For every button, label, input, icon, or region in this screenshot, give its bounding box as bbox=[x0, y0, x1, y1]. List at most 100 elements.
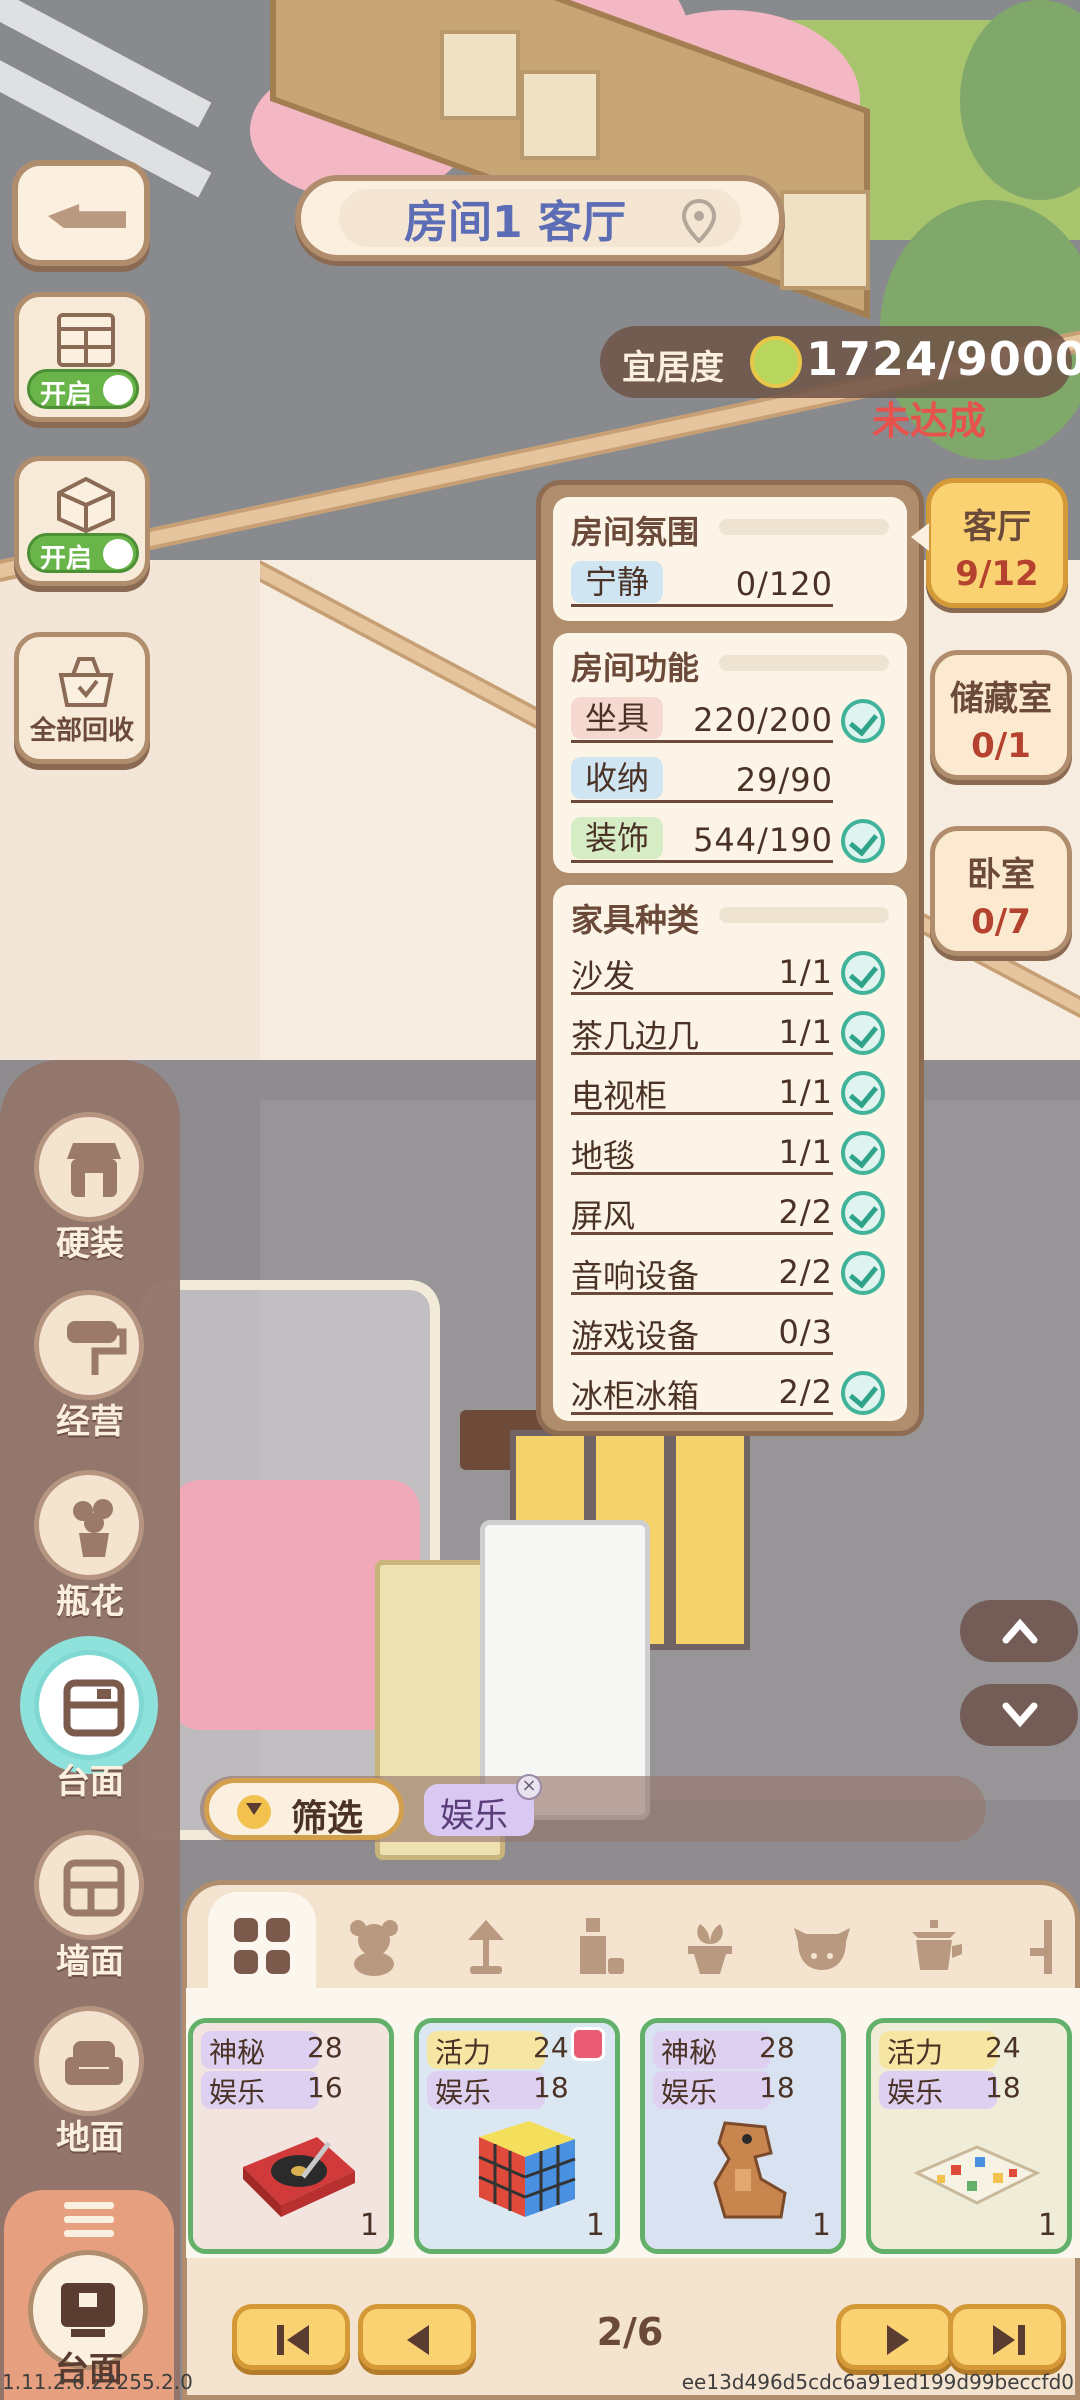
chevron-up-icon bbox=[1002, 1618, 1038, 1644]
scroll-up-button[interactable] bbox=[960, 1600, 1078, 1662]
atmosphere-section: 房间氛围 宁静 0/120 bbox=[553, 497, 907, 621]
requirement-value: 544/190 bbox=[693, 821, 833, 859]
fence-post bbox=[440, 30, 520, 120]
card-attr-2: 娱乐 18 bbox=[879, 2071, 1021, 2109]
subtab-toys[interactable] bbox=[320, 1892, 428, 1992]
flower-icon bbox=[750, 336, 802, 388]
requirement-row: 收纳 29/90 bbox=[571, 755, 885, 805]
white-fridge[interactable] bbox=[480, 1520, 650, 1820]
check-icon bbox=[841, 1071, 885, 1115]
category-business[interactable]: 经营 bbox=[30, 1290, 150, 1450]
window-view-toggle[interactable]: 开启 bbox=[14, 292, 150, 422]
teapot-icon bbox=[912, 1920, 962, 1970]
cow-mask-icon bbox=[794, 1928, 850, 1970]
requirement-tag: 宁静 bbox=[571, 561, 664, 603]
requirement-row: 游戏设备 0/3 bbox=[571, 1307, 885, 1357]
category-floor[interactable]: 地面 bbox=[30, 2006, 150, 2166]
category-countertop[interactable]: 台面 bbox=[30, 1650, 150, 1810]
category-label: 地面 bbox=[56, 2118, 124, 2158]
category-vase[interactable]: 瓶花 bbox=[30, 1470, 150, 1630]
requirement-value: 1/1 bbox=[778, 1013, 833, 1051]
countertop-icon bbox=[63, 1679, 125, 1737]
page-indicator: 2/6 bbox=[596, 2310, 664, 2354]
subtab-teapots[interactable] bbox=[880, 1892, 988, 1992]
record-player-icon bbox=[243, 2137, 355, 2217]
subtab-lamps[interactable] bbox=[432, 1892, 540, 1992]
room-tab-living-room[interactable]: 客厅 9/12 bbox=[911, 478, 1068, 608]
filter-tag[interactable]: 娱乐 × bbox=[424, 1774, 542, 1836]
comfort-value: 1724/9000 bbox=[806, 332, 1080, 386]
check-icon bbox=[841, 1191, 885, 1235]
room-title-pill[interactable]: 房间1 客厅 bbox=[295, 175, 785, 261]
check-icon bbox=[841, 1371, 885, 1415]
subtab-plants[interactable] bbox=[656, 1892, 764, 1992]
function-section: 房间功能 坐具 220/200 收纳 29/90 装饰 544/190 bbox=[553, 633, 907, 873]
card-quantity: 1 bbox=[1037, 2208, 1057, 2243]
filter-tag-label: 娱乐 bbox=[440, 1796, 508, 1836]
subtab-all[interactable] bbox=[208, 1892, 316, 1992]
close-icon[interactable]: × bbox=[516, 1774, 542, 1800]
card-attr-1: 神秘 28 bbox=[201, 2031, 343, 2069]
subtab-chairs[interactable] bbox=[992, 1892, 1072, 1992]
chevron-down-icon bbox=[1002, 1702, 1038, 1728]
room-tab-count: 0/1 bbox=[971, 726, 1031, 766]
dinosaur-robot-icon bbox=[713, 2121, 787, 2219]
category-expand-button[interactable]: 台面 bbox=[4, 2190, 174, 2400]
check-icon bbox=[841, 699, 885, 743]
wall-shelf-icon bbox=[63, 1859, 125, 1917]
requirement-row: 电视柜 1/1 bbox=[571, 1067, 885, 1117]
check-icon bbox=[841, 1011, 885, 1055]
version-label: 1.11.2.6.22255.2.0 bbox=[2, 2370, 193, 2394]
subtab-bottles[interactable] bbox=[544, 1892, 652, 1992]
room-tab-storage[interactable]: 储藏室 0/1 bbox=[930, 650, 1072, 780]
filter-icon bbox=[237, 1795, 271, 1829]
scroll-down-button[interactable] bbox=[960, 1684, 1078, 1746]
toggle-label: 开启 bbox=[40, 544, 93, 574]
cube-icon bbox=[57, 476, 115, 533]
requirement-row: 沙发 1/1 bbox=[571, 947, 885, 997]
requirement-value: 1/1 bbox=[778, 953, 833, 991]
section-title: 房间功能 bbox=[571, 649, 700, 687]
requirement-row: 地毯 1/1 bbox=[571, 1127, 885, 1177]
card-attr-1: 活力 24 bbox=[879, 2031, 1021, 2069]
requirement-name: 沙发 bbox=[571, 957, 636, 995]
fence-post bbox=[520, 70, 600, 160]
subtab-masks[interactable] bbox=[768, 1892, 876, 1992]
menu-icon bbox=[64, 2202, 114, 2237]
category-hardware[interactable]: 硬装 bbox=[30, 1112, 150, 1272]
requirement-row: 屏风 2/2 bbox=[571, 1187, 885, 1237]
room-tab-name: 卧室 bbox=[967, 855, 1035, 895]
requirement-value: 2/2 bbox=[778, 1193, 833, 1231]
comfort-meter[interactable]: 宜居度 1724/9000 bbox=[600, 326, 1080, 398]
requirement-name: 屏风 bbox=[571, 1197, 636, 1235]
teddy-bear-icon bbox=[350, 1920, 398, 1976]
box-view-toggle[interactable]: 开启 bbox=[14, 456, 150, 586]
grid-icon bbox=[234, 1918, 290, 1974]
room-tab-bedroom[interactable]: 卧室 0/7 bbox=[930, 826, 1072, 956]
folding-screen[interactable] bbox=[670, 1430, 750, 1650]
prev-page-button[interactable] bbox=[358, 2304, 476, 2370]
item-card[interactable]: 神秘 28 娱乐 16 1 bbox=[188, 2018, 394, 2254]
category-wall[interactable]: 墙面 bbox=[30, 1830, 150, 1990]
next-page-button[interactable] bbox=[836, 2304, 954, 2370]
card-attr-2: 娱乐 18 bbox=[653, 2071, 795, 2109]
room-requirements-panel: 房间氛围 宁静 0/120 房间功能 坐具 220/200 收纳 29/90 装… bbox=[536, 480, 924, 1436]
last-page-button[interactable] bbox=[948, 2304, 1066, 2370]
chair-icon bbox=[1030, 1920, 1052, 1974]
room-title: 房间1 客厅 bbox=[404, 197, 626, 248]
filter-button[interactable]: 筛选 bbox=[204, 1778, 404, 1840]
category-label: 硬装 bbox=[56, 1224, 124, 1264]
window-icon bbox=[57, 313, 115, 367]
window-toggle-switch[interactable]: 开启 bbox=[27, 369, 139, 410]
first-page-button[interactable] bbox=[232, 2304, 350, 2370]
item-card[interactable]: 神秘 28 娱乐 18 1 bbox=[640, 2018, 846, 2254]
recycle-all-label: 全部回收 bbox=[29, 716, 134, 746]
box-toggle-switch[interactable]: 开启 bbox=[27, 533, 139, 574]
item-card[interactable]: 活力 24 娱乐 18 1 bbox=[414, 2018, 620, 2254]
category-label: 经营 bbox=[56, 1402, 124, 1442]
recycle-all-button[interactable]: 全部回收 bbox=[14, 632, 150, 764]
back-button[interactable] bbox=[12, 160, 150, 266]
note-badge-icon bbox=[571, 2027, 605, 2061]
item-card[interactable]: 活力 24 娱乐 18 1 bbox=[866, 2018, 1072, 2254]
requirement-value: 0/120 bbox=[735, 565, 833, 603]
